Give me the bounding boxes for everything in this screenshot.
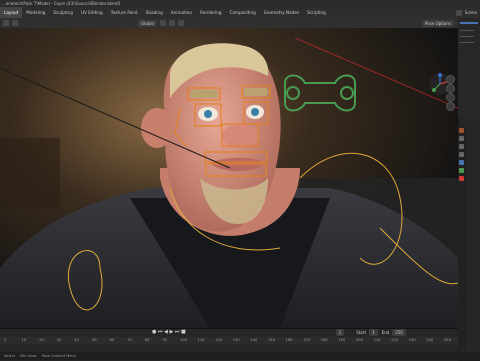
status-bar: Select Pan View Pose Context Menu [0, 352, 480, 360]
material-tab-icon[interactable] [459, 176, 464, 181]
ruler-tick: 30 [56, 338, 62, 342]
ruler-tick: 80 [144, 338, 150, 342]
3d-viewport[interactable] [0, 28, 458, 328]
scene-tab-icon[interactable] [459, 152, 464, 157]
ruler-tick: 140 [250, 338, 258, 342]
workspace-tab[interactable]: Geometry Nodes [260, 7, 303, 18]
editor-type-icon[interactable] [3, 20, 9, 26]
workspace-tab[interactable]: Scripting [303, 7, 330, 18]
workspace-tab[interactable]: Modeling [22, 7, 49, 18]
scene-icon[interactable] [455, 9, 462, 16]
workspace-tab[interactable]: Compositing [226, 7, 260, 18]
outliner-row[interactable] [460, 36, 474, 37]
ruler-tick: 100 [180, 338, 187, 342]
ruler-tick: 150 [268, 338, 275, 342]
scene-label[interactable]: Scene [465, 10, 477, 15]
character-ear [141, 108, 173, 148]
ruler-tick: 60 [109, 338, 115, 342]
outliner-selected-row[interactable] [460, 22, 478, 24]
transform-orientation-dropdown[interactable]: Global [138, 19, 157, 27]
nose [222, 124, 258, 148]
ruler-tick: 20 [39, 338, 44, 342]
ruler-tick: 120 [215, 338, 223, 342]
ruler-tick: 90 [162, 338, 167, 342]
properties-tabs [458, 125, 466, 350]
ruler-tick: 170 [303, 338, 311, 342]
end-label: End [381, 329, 390, 335]
ruler-tick: 210 [373, 338, 381, 342]
ruler-tick: 200 [356, 338, 363, 342]
zoom-view-icon[interactable] [446, 75, 455, 84]
start-label: Start [356, 329, 367, 335]
tool-tab-icon[interactable] [459, 128, 464, 133]
workspace-tab[interactable]: Texture Paint [107, 7, 142, 18]
status-context: Pose Context Menu [41, 354, 77, 358]
ruler-tick: 40 [74, 338, 79, 342]
status-select: Select [4, 354, 16, 358]
snap-icon[interactable] [168, 20, 175, 26]
pivot-icon[interactable] [159, 20, 166, 26]
viewport-header: Global Pose Options [0, 18, 458, 28]
status-pan: Pan View [20, 354, 37, 358]
pan-view-icon[interactable] [446, 84, 455, 93]
window-title-bar: ...enetech\Pack 7\Model - Copie (43)\Sou… [0, 0, 480, 7]
workspace-tab[interactable]: Shading [142, 7, 167, 18]
outliner[interactable] [458, 18, 480, 118]
workspace-tab[interactable]: Layout [0, 7, 23, 18]
scene-tools: Scene [455, 9, 480, 16]
outliner-row[interactable] [460, 30, 474, 31]
current-frame-field[interactable]: 1 [335, 328, 345, 336]
proportional-edit-icon[interactable] [177, 20, 184, 26]
data-tab-icon[interactable] [459, 168, 464, 173]
workspace-tab[interactable]: Animation [167, 7, 196, 18]
ruler-tick: 70 [127, 338, 132, 342]
camera-view-icon[interactable] [446, 93, 455, 102]
outliner-row[interactable] [460, 42, 474, 43]
workspace-tab[interactable]: Rendering [196, 7, 225, 18]
window-title: ...enetech\Pack 7\Model - Copie (43)\Sou… [2, 1, 121, 6]
object-mode-icon[interactable] [12, 20, 18, 26]
ruler-tick: 110 [197, 338, 205, 342]
left-eyebrow [190, 90, 218, 98]
output-tab-icon[interactable] [459, 144, 464, 149]
render-tab-icon[interactable] [459, 136, 464, 141]
pose-options-dropdown[interactable]: Pose Options [422, 19, 454, 27]
background-furniture [0, 138, 60, 208]
ruler-tick: 180 [320, 338, 328, 342]
workspace-tab[interactable]: Sculpting [49, 7, 77, 18]
end-frame-field[interactable]: 250 [392, 328, 406, 336]
perspective-toggle-icon[interactable] [446, 102, 455, 111]
workspace-tab[interactable]: UV Editing [77, 7, 107, 18]
ruler-tick: 230 [408, 338, 416, 342]
timeline-ruler[interactable]: 0 10 20 30 40 50 60 70 80 90 100 110 120 130 140 150 160… [0, 337, 458, 344]
ruler-tick: 160 [285, 338, 293, 342]
timeline-controls: ● ⏮ ◀ ▶ ⏭ ■ 1 Start 1 End 250 [0, 328, 458, 336]
right-eyebrow [244, 88, 268, 96]
ruler-tick: 250 [444, 338, 451, 342]
ruler-tick: 240 [426, 338, 434, 342]
ruler-tick: 10 [21, 338, 27, 342]
ruler-tick: 0 [4, 338, 7, 342]
ruler-tick: 50 [92, 338, 97, 342]
viewport-scene [0, 28, 458, 328]
ruler-tick: 130 [232, 338, 240, 342]
object-tab-icon[interactable] [459, 160, 464, 165]
play-controls-icon[interactable]: ● ⏮ ◀ ▶ ⏭ ■ [152, 329, 186, 335]
ruler-tick: 190 [338, 338, 346, 342]
start-frame-field[interactable]: 1 [369, 328, 378, 336]
ruler-tick: 220 [391, 338, 399, 342]
